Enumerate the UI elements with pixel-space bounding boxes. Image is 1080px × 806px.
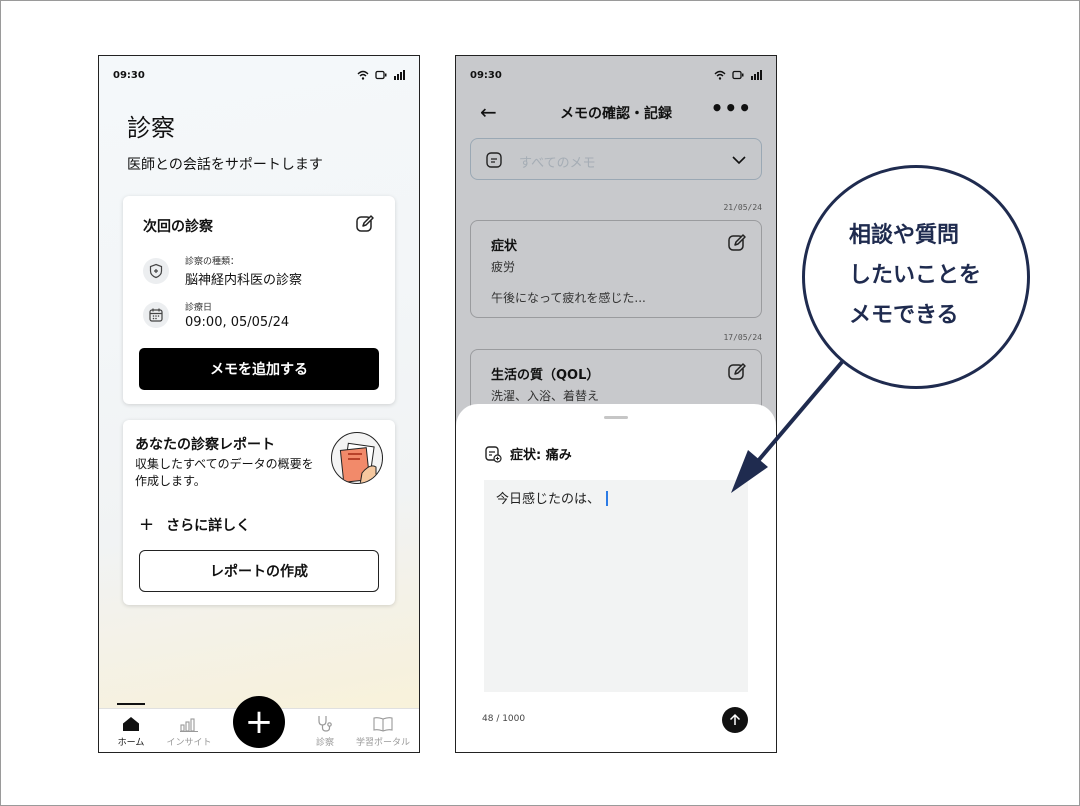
sheet-heading-label: 症状: 痛み (510, 448, 572, 463)
battery-icon (375, 70, 387, 80)
signal-icon (751, 70, 762, 80)
memo-title: 症状 (491, 239, 518, 254)
home-icon (123, 717, 139, 731)
add-fab-button[interactable]: + (233, 696, 285, 748)
status-bar: 09:30 (113, 68, 405, 82)
nav-home[interactable]: ホーム (103, 703, 159, 748)
next-visit-card: 次回の診察 診察の種類： 脳神経内科医の診察 診療日 09:00, 05/05/… (123, 196, 395, 404)
edit-icon[interactable] (355, 214, 375, 234)
wifi-icon (714, 70, 726, 80)
arrow-up-icon (729, 713, 741, 725)
nav-learning-portal[interactable]: 学習ポータル (355, 713, 411, 748)
nav-insight[interactable]: インサイト (161, 713, 217, 748)
callout-text: 相談や質問 したいことを メモできる (849, 223, 982, 328)
visit-type-value: 脳神経内科医の診察 (185, 273, 303, 288)
nav-consult-label: 診察 (315, 738, 334, 748)
sheet-heading: 症状: 痛み (484, 444, 572, 463)
nav-consult[interactable]: 診察 (297, 713, 353, 748)
visit-type-label: 診察の種類： (185, 257, 240, 267)
callout-bubble: 相談や質問 したいことを メモできる (802, 165, 1030, 389)
report-description: 収集したすべてのデータの概要を作成します。 (135, 457, 314, 488)
visit-date-row: 診療日 09:00, 05/05/24 (143, 300, 289, 330)
memo-input-sheet: 症状: 痛み 今日感じたのは、 48 / 1000 (456, 404, 776, 752)
stethoscope-icon (318, 716, 332, 732)
plus-icon: + (139, 514, 155, 535)
memo-title: 生活の質（QOL） (491, 368, 600, 383)
more-details-label: さらに詳しく (166, 517, 251, 534)
memo-body: 午後になって疲れを感じた... (491, 291, 646, 305)
visit-type-row: 診察の種類： 脳神経内科医の診察 (143, 254, 302, 288)
more-options-icon[interactable]: ••• (711, 96, 752, 120)
bar-chart-icon (180, 718, 198, 732)
memo-date: 21/05/24 (723, 203, 762, 212)
sheet-drag-handle[interactable] (604, 416, 628, 419)
memo-date: 17/05/24 (723, 333, 762, 342)
character-counter: 48 / 1000 (482, 714, 526, 724)
memo-text-value: 今日感じたのは、 (496, 492, 601, 507)
status-time: 09:30 (470, 69, 502, 81)
signal-icon (394, 70, 405, 80)
edit-icon[interactable] (727, 362, 747, 382)
report-illustration (331, 432, 383, 484)
book-icon (373, 717, 393, 732)
nav-insight-label: インサイト (166, 738, 212, 748)
shield-icon (143, 258, 169, 284)
memo-header: ← メモの確認・記録 ••• (456, 96, 776, 124)
more-details-link[interactable]: + さらに詳しく (139, 514, 250, 535)
memo-card[interactable]: 症状 疲労 午後になって疲れを感じた... (470, 220, 762, 318)
nav-home-label: ホーム (117, 738, 145, 748)
send-button[interactable] (722, 707, 748, 733)
memo-subtitle: 疲労 (491, 260, 516, 274)
create-report-button[interactable]: レポートの作成 (139, 550, 379, 592)
edit-icon[interactable] (727, 233, 747, 253)
report-card: あなたの診察レポート 収集したすべてのデータの概要を作成します。 + さらに詳し… (123, 420, 395, 605)
nav-learning-portal-label: 学習ポータル (355, 738, 410, 748)
report-title: あなたの診察レポート (135, 437, 275, 453)
status-bar: 09:30 (470, 68, 762, 82)
battery-icon (732, 70, 744, 80)
memo-filter-placeholder: すべてのメモ (519, 156, 596, 171)
chevron-down-icon (732, 156, 746, 165)
memo-subtitle: 洗濯、入浴、着替え (491, 389, 600, 403)
phone-screen-memos: 09:30 ← メモの確認・記録 ••• すべてのメモ 21/05/24 症状 … (455, 55, 777, 753)
status-time: 09:30 (113, 69, 145, 81)
phone-screen-consult: 09:30 診察 医師との会話をサポートします 次回の診察 診察の種類： 脳神経… (98, 55, 420, 753)
visit-date-label: 診療日 (185, 303, 213, 313)
next-visit-heading: 次回の診察 (143, 219, 213, 235)
page-subtitle: 医師との会話をサポートします (127, 157, 323, 173)
memo-filter-dropdown[interactable]: すべてのメモ (470, 138, 762, 180)
wifi-icon (357, 70, 369, 80)
page-title: 診察 (127, 114, 175, 142)
memo-text-input[interactable]: 今日感じたのは、 (484, 480, 748, 692)
visit-date-value: 09:00, 05/05/24 (185, 315, 290, 330)
memo-icon (486, 152, 502, 168)
add-memo-button[interactable]: メモを追加する (139, 348, 379, 390)
calendar-icon (143, 302, 169, 328)
text-caret (606, 491, 608, 506)
memo-add-icon (485, 445, 502, 463)
